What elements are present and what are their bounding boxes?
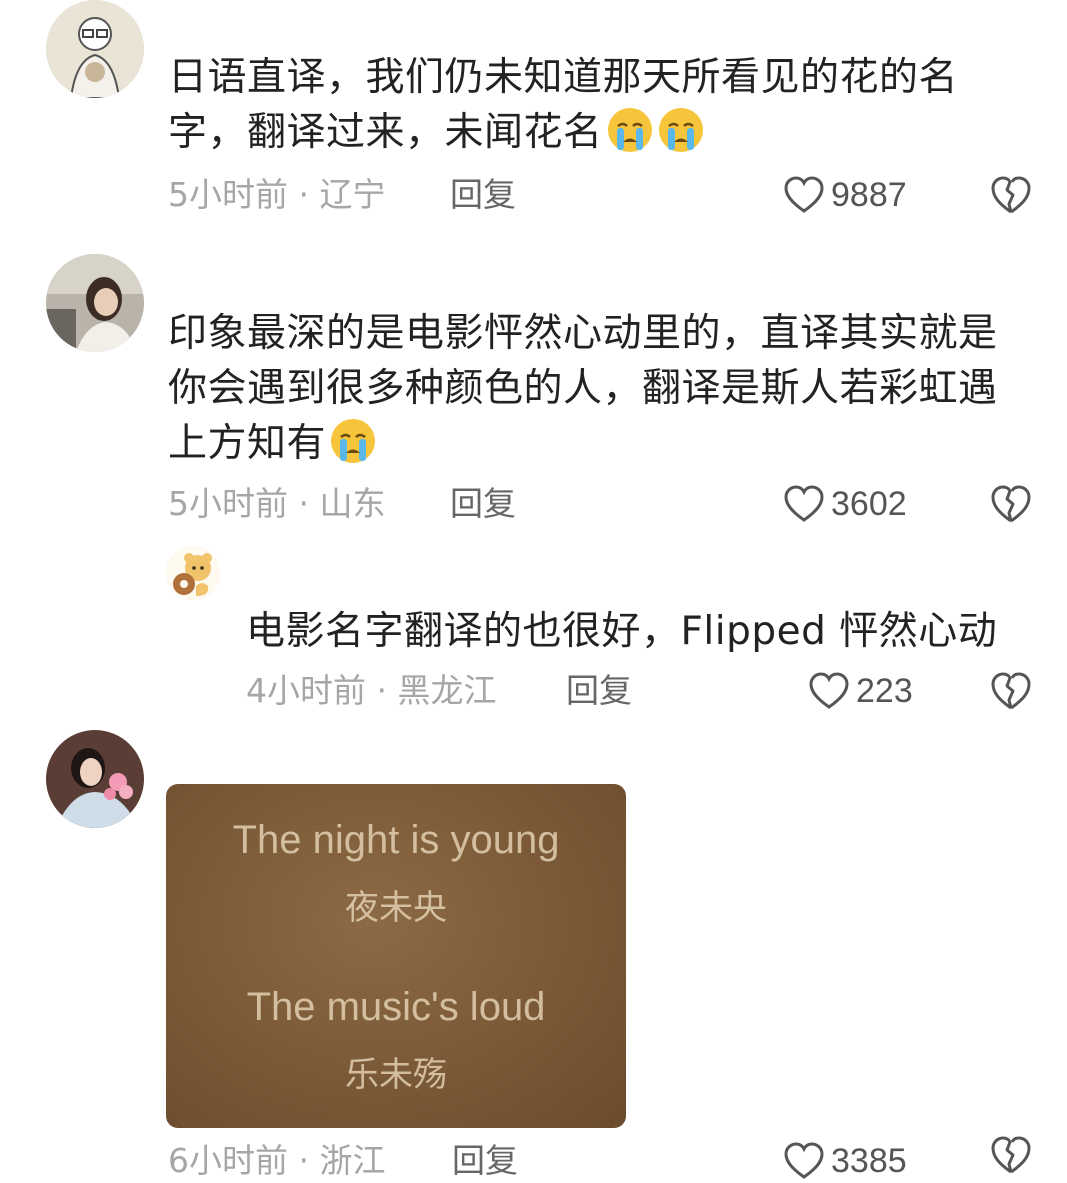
- timestamp: 5小时前: [168, 175, 288, 214]
- timestamp: 4小时前: [246, 671, 366, 710]
- image-text-line: 夜未央: [345, 888, 447, 928]
- location: 山东: [319, 484, 386, 523]
- like-count: 3602: [831, 484, 907, 523]
- heart-icon: [784, 485, 824, 522]
- comment-text: 日语直译，我们仍未知道那天所看见的花的名字，翻译过来，未闻花名: [168, 50, 1008, 160]
- like-button[interactable]: 223: [808, 669, 913, 713]
- image-text-line: The music's loud: [246, 985, 546, 1029]
- separator: ·: [298, 1141, 310, 1180]
- timestamp: 5小时前: [168, 484, 288, 523]
- comment-text: 电影名字翻译的也很好，Flipped 怦然心动: [246, 604, 1046, 659]
- comment-body: 印象最深的是电影怦然心动里的，直译其实就是你会遇到很多种颜色的人，翻译是斯人若彩…: [168, 311, 998, 466]
- like-count: 223: [856, 671, 913, 710]
- like-count: 3385: [831, 1141, 907, 1180]
- crying-emoji-icon: [657, 106, 705, 154]
- heart-icon: [809, 672, 849, 709]
- like-count: 9887: [831, 175, 907, 214]
- timestamp: 6小时前: [168, 1141, 288, 1180]
- comment-text: 印象最深的是电影怦然心动里的，直译其实就是你会遇到很多种颜色的人，翻译是斯人若彩…: [168, 306, 1008, 471]
- crying-emoji-icon: [329, 417, 377, 465]
- reply-button[interactable]: 回复: [450, 175, 516, 215]
- location: 辽宁: [319, 175, 386, 214]
- avatar[interactable]: [46, 0, 144, 98]
- location: 黑龙江: [397, 671, 497, 710]
- comment-meta: 6小时前 · 浙江: [168, 1141, 386, 1181]
- comment-body: 日语直译，我们仍未知道那天所看见的花的名字，翻译过来，未闻花名: [168, 55, 959, 155]
- crying-emoji-icon: [606, 106, 654, 154]
- like-button[interactable]: 3385: [783, 1139, 907, 1183]
- separator: ·: [298, 175, 310, 214]
- comment-meta: 5小时前 · 辽宁: [168, 175, 386, 215]
- comment-body: 电影名字翻译的也很好，Flipped 怦然心动: [246, 609, 998, 654]
- dislike-button[interactable]: [989, 669, 1033, 713]
- avatar[interactable]: [46, 730, 144, 828]
- heart-icon: [784, 176, 824, 213]
- comment-image[interactable]: The night is young 夜未央 The music's loud …: [166, 784, 626, 1128]
- like-button[interactable]: 3602: [783, 482, 907, 526]
- comment-meta: 4小时前 · 黑龙江: [246, 671, 497, 711]
- broken-heart-icon: [991, 485, 1031, 523]
- comment-meta: 5小时前 · 山东: [168, 484, 386, 524]
- image-text-line: The night is young: [232, 818, 560, 862]
- separator: ·: [298, 484, 310, 523]
- avatar[interactable]: [46, 254, 144, 352]
- reply-button[interactable]: 回复: [452, 1141, 518, 1181]
- dislike-button[interactable]: [989, 1133, 1033, 1177]
- location: 浙江: [319, 1141, 386, 1180]
- like-button[interactable]: 9887: [783, 173, 907, 217]
- broken-heart-icon: [991, 672, 1031, 710]
- broken-heart-icon: [991, 176, 1031, 214]
- dislike-button[interactable]: [989, 482, 1033, 526]
- heart-icon: [784, 1142, 824, 1179]
- broken-heart-icon: [991, 1136, 1031, 1174]
- dislike-button[interactable]: [989, 173, 1033, 217]
- separator: ·: [376, 671, 388, 710]
- reply-button[interactable]: 回复: [566, 671, 632, 711]
- image-text-line: 乐未殇: [345, 1055, 447, 1095]
- avatar[interactable]: [166, 546, 220, 600]
- reply-button[interactable]: 回复: [450, 484, 516, 524]
